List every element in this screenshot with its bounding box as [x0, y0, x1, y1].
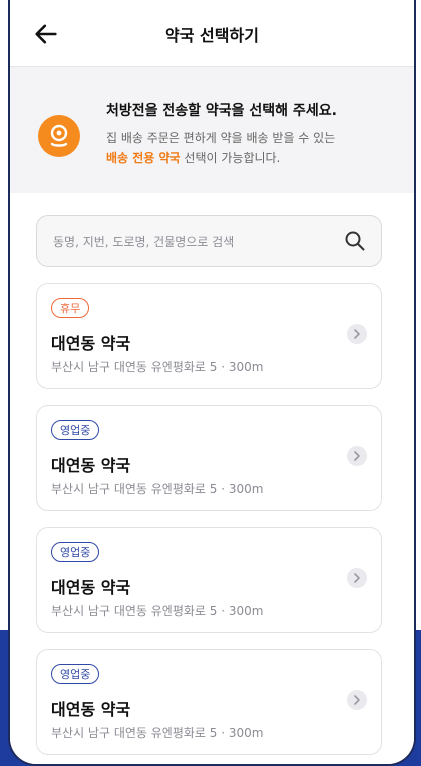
pharmacy-list-section: 동명, 지번, 도로명, 건물명으로 검색 휴무 대연동 약국 부산시 남구 대…	[10, 193, 414, 764]
chevron-right-icon[interactable]	[347, 690, 367, 710]
status-badge: 영업중	[51, 420, 100, 440]
location-pin-icon	[38, 115, 80, 157]
search-icon[interactable]	[343, 229, 367, 253]
pharmacy-name: 대연동 약국	[51, 700, 131, 719]
notice-line1: 집 배송 주문은 편하게 약을 배송 받을 수 있는	[106, 131, 336, 145]
notice-title: 처방전을 전송할 약국을 선택해 주세요.	[106, 103, 337, 119]
search-input[interactable]: 동명, 지번, 도로명, 건물명으로 검색	[36, 215, 382, 267]
pharmacy-card[interactable]: 영업중 대연동 약국 부산시 남구 대연동 유엔평화로 5 · 300m	[36, 405, 382, 511]
chevron-right-icon[interactable]	[347, 324, 367, 344]
pharmacy-address: 부산시 남구 대연동 유엔평화로 5 · 300m	[51, 726, 264, 740]
pharmacy-address: 부산시 남구 대연동 유엔평화로 5 · 300m	[51, 604, 264, 618]
pharmacy-card[interactable]: 영업중 대연동 약국 부산시 남구 대연동 유엔평화로 5 · 300m	[36, 649, 382, 755]
search-placeholder: 동명, 지번, 도로명, 건물명으로 검색	[53, 235, 235, 249]
pharmacy-name: 대연동 약국	[51, 334, 131, 353]
phone-frame: 약국 선택하기 처방전을 전송할 약국을 선택해 주세요. 집 배송 주문은 편…	[8, 0, 416, 766]
status-badge: 영업중	[51, 542, 100, 562]
pharmacy-address: 부산시 남구 대연동 유엔평화로 5 · 300m	[51, 360, 264, 374]
page-title: 약국 선택하기	[165, 26, 259, 45]
status-badge: 영업중	[51, 664, 100, 684]
pharmacy-address: 부산시 남구 대연동 유엔평화로 5 · 300m	[51, 482, 264, 496]
notice-highlight: 배송 전용 약국	[106, 151, 181, 165]
chevron-right-icon[interactable]	[347, 568, 367, 588]
notice-line2: 배송 전용 약국 선택이 가능합니다.	[106, 149, 280, 166]
app-header: 약국 선택하기	[10, 0, 414, 67]
notice-line2-rest: 선택이 가능합니다.	[180, 151, 281, 165]
notice-panel: 처방전을 전송할 약국을 선택해 주세요. 집 배송 주문은 편하게 약을 배송…	[10, 67, 414, 193]
chevron-right-icon[interactable]	[347, 446, 367, 466]
pharmacy-card[interactable]: 영업중 대연동 약국 부산시 남구 대연동 유엔평화로 5 · 300m	[36, 527, 382, 633]
pharmacy-card[interactable]: 휴무 대연동 약국 부산시 남구 대연동 유엔평화로 5 · 300m	[36, 283, 382, 389]
status-badge: 휴무	[51, 298, 90, 318]
pharmacy-name: 대연동 약국	[51, 578, 131, 597]
pharmacy-name: 대연동 약국	[51, 456, 131, 475]
